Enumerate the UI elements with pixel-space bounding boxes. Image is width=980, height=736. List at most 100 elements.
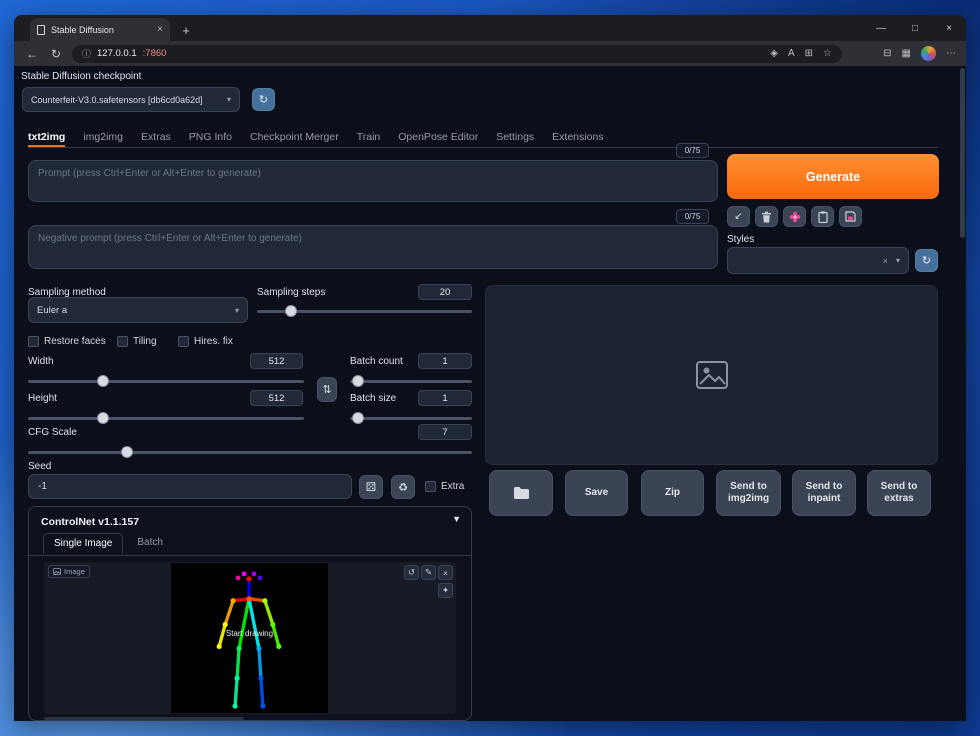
- collections-icon[interactable]: ⊟: [883, 48, 891, 59]
- tab-img2img[interactable]: img2img: [83, 131, 123, 147]
- controlnet-image-area[interactable]: Image ↺ ✎ × ✦: [44, 562, 456, 714]
- tab-png-info[interactable]: PNG Info: [189, 131, 232, 147]
- tab-checkpoint-merger[interactable]: Checkpoint Merger: [250, 131, 339, 147]
- slider-handle[interactable]: [352, 375, 364, 387]
- width-slider[interactable]: [28, 374, 304, 388]
- send-to-img2img-button[interactable]: Send to img2img: [716, 470, 781, 516]
- reuse-seed-button[interactable]: ♻: [391, 475, 415, 499]
- recycle-icon: ♻: [398, 481, 408, 494]
- slider-handle[interactable]: [352, 412, 364, 424]
- tiling-checkbox[interactable]: [117, 336, 128, 347]
- tab-openpose-editor[interactable]: OpenPose Editor: [398, 131, 478, 147]
- slider-track[interactable]: [28, 417, 304, 420]
- checkpoint-dropdown[interactable]: Counterfeit-V3.0.safetensors [db6cd0a62d…: [22, 87, 240, 112]
- sampling-steps-slider[interactable]: [257, 304, 472, 318]
- height-slider[interactable]: [28, 411, 304, 425]
- restore-faces-checkbox[interactable]: [28, 336, 39, 347]
- seed-extra-option[interactable]: Extra: [425, 481, 464, 492]
- seed-extra-checkbox[interactable]: [425, 481, 436, 492]
- slider-track[interactable]: [28, 380, 304, 383]
- styles-clear-icon[interactable]: ×: [883, 256, 888, 266]
- batch-size-value[interactable]: 1: [418, 390, 472, 406]
- batch-count-value[interactable]: 1: [418, 353, 472, 369]
- sampling-method-dropdown[interactable]: Euler a ▾: [28, 297, 248, 323]
- slider-handle[interactable]: [97, 375, 109, 387]
- extra-networks-button[interactable]: [783, 206, 806, 227]
- back-icon[interactable]: ←: [24, 47, 40, 61]
- page-scrollbar[interactable]: [959, 66, 966, 721]
- hires-fix-option[interactable]: Hires. fix: [178, 336, 233, 347]
- address-bar[interactable]: ⓘ 127.0.0.1 :7860 ◈ A ⊞ ☆: [72, 45, 842, 63]
- brush-options-button[interactable]: ✦: [438, 583, 453, 598]
- hires-fix-checkbox[interactable]: [178, 336, 189, 347]
- send-to-extras-button[interactable]: Send to extras: [867, 470, 931, 516]
- random-seed-button[interactable]: ⚄: [359, 475, 383, 499]
- tab-settings[interactable]: Settings: [496, 131, 534, 147]
- save-button[interactable]: Save: [565, 470, 628, 516]
- slider-track[interactable]: [28, 451, 472, 454]
- tiling-option[interactable]: Tiling: [117, 336, 157, 347]
- browser-tab[interactable]: Stable Diffusion ×: [30, 18, 170, 41]
- tab-close-icon[interactable]: ×: [157, 24, 163, 35]
- horizontal-scrollbar-thumb[interactable]: [44, 717, 244, 720]
- prompt-token-counter: 0/75: [676, 143, 709, 158]
- close-button[interactable]: ×: [932, 15, 966, 41]
- tab-train[interactable]: Train: [357, 131, 381, 147]
- minimize-button[interactable]: —: [864, 15, 898, 41]
- width-value[interactable]: 512: [250, 353, 303, 369]
- generate-button[interactable]: Generate: [727, 154, 939, 199]
- slider-handle[interactable]: [97, 412, 109, 424]
- new-tab-button[interactable]: +: [176, 20, 196, 40]
- scrollbar-thumb[interactable]: [960, 68, 965, 238]
- refresh-checkpoint-button[interactable]: ↻: [252, 88, 275, 111]
- split-screen-icon[interactable]: ⊞: [805, 48, 813, 59]
- undo-button[interactable]: ↺: [404, 565, 419, 580]
- send-to-inpaint-button[interactable]: Send to inpaint: [792, 470, 856, 516]
- slider-handle[interactable]: [285, 305, 297, 317]
- open-folder-button[interactable]: [489, 470, 553, 516]
- cfg-scale-value[interactable]: 7: [418, 424, 472, 440]
- zip-button[interactable]: Zip: [641, 470, 704, 516]
- seed-input[interactable]: [28, 474, 352, 499]
- styles-label: Styles: [727, 234, 754, 245]
- negative-token-counter: 0/75: [676, 209, 709, 224]
- styles-dropdown[interactable]: × ▾: [727, 247, 909, 274]
- slider-track[interactable]: [350, 417, 472, 420]
- tab-single-image[interactable]: Single Image: [43, 533, 123, 554]
- accordion-collapse-icon[interactable]: ▼: [452, 514, 461, 524]
- clear-prompt-button[interactable]: [755, 206, 778, 227]
- cfg-scale-slider[interactable]: [28, 445, 472, 459]
- maximize-button[interactable]: □: [898, 15, 932, 41]
- tab-txt2img[interactable]: txt2img: [28, 131, 65, 147]
- profile-avatar[interactable]: [921, 46, 936, 61]
- reload-icon[interactable]: ↻: [48, 47, 64, 61]
- slider-handle[interactable]: [121, 446, 133, 458]
- swap-dimensions-button[interactable]: ⇅: [317, 377, 337, 402]
- site-info-icon[interactable]: ⓘ: [82, 47, 91, 60]
- favorites-star-icon[interactable]: ☆: [823, 48, 832, 59]
- tab-extras[interactable]: Extras: [141, 131, 171, 147]
- save-style-button[interactable]: [839, 206, 862, 227]
- read-aloud-icon[interactable]: A: [788, 48, 795, 59]
- clear-image-button[interactable]: ×: [438, 565, 453, 580]
- tab-extensions[interactable]: Extensions: [552, 131, 603, 147]
- start-drawing-label[interactable]: Start drawing: [171, 629, 328, 638]
- sampling-steps-value[interactable]: 20: [418, 284, 472, 300]
- batch-size-slider[interactable]: [350, 411, 472, 425]
- pose-canvas[interactable]: Start drawing: [171, 563, 328, 713]
- prompt-input[interactable]: [28, 160, 718, 202]
- refresh-styles-button[interactable]: ↻: [915, 249, 938, 272]
- edit-button[interactable]: ✎: [421, 565, 436, 580]
- extensions-icon[interactable]: ▦: [902, 48, 911, 59]
- restore-faces-option[interactable]: Restore faces: [28, 336, 106, 347]
- batch-count-slider[interactable]: [350, 374, 472, 388]
- settings-menu-icon[interactable]: ⋯: [946, 48, 956, 59]
- height-value[interactable]: 512: [250, 390, 303, 406]
- negative-prompt-input[interactable]: [28, 225, 718, 269]
- slider-track[interactable]: [350, 380, 472, 383]
- apply-style-button[interactable]: [811, 206, 834, 227]
- tab-batch[interactable]: Batch: [127, 533, 173, 554]
- trash-icon: [761, 211, 772, 223]
- paste-params-button[interactable]: ↙: [727, 206, 750, 227]
- shopping-tag-icon[interactable]: ◈: [770, 48, 778, 59]
